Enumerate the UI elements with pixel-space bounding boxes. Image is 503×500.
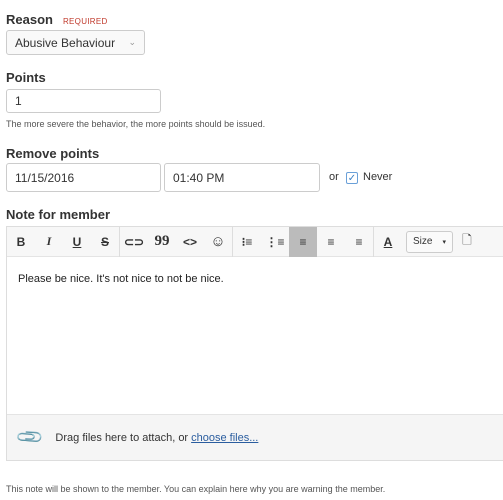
reason-value: Abusive Behaviour bbox=[15, 35, 116, 50]
align-left-icon[interactable]: ≡ bbox=[289, 226, 317, 257]
font-color-button[interactable]: A bbox=[374, 227, 402, 257]
link-icon[interactable]: ⊂⊃ bbox=[120, 227, 148, 257]
never-label: Never bbox=[363, 171, 393, 183]
editor: B I U S ⊂⊃ 99 <> ☺ ⁝≡ ⋮≡ ≡ ≡ ≡ A Size ▾ 🗋… bbox=[6, 226, 503, 461]
remove-points-label: Remove points bbox=[6, 146, 100, 161]
choose-files-link[interactable]: choose files... bbox=[191, 432, 258, 444]
attach-text: Drag files here to attach, or bbox=[55, 431, 189, 444]
paperclip-icon: 📎 bbox=[14, 422, 45, 453]
points-input[interactable]: 1 bbox=[6, 89, 161, 113]
chevron-down-icon: ⌄ bbox=[128, 37, 136, 47]
points-label: Points bbox=[6, 70, 46, 85]
align-right-icon[interactable]: ≡ bbox=[345, 227, 373, 257]
attachment-area[interactable]: 📎 Drag files here to attach, or choose f… bbox=[7, 414, 503, 460]
date-input[interactable]: 11/15/2016 bbox=[6, 163, 161, 192]
reason-select[interactable]: Abusive Behaviour ⌄ bbox=[6, 30, 145, 55]
size-dropdown[interactable]: Size ▾ bbox=[406, 230, 453, 253]
never-checkbox[interactable]: ✓ bbox=[346, 172, 358, 184]
code-button[interactable]: <> bbox=[176, 227, 204, 257]
note-label: Note for member bbox=[6, 207, 111, 222]
bold-button[interactable]: B bbox=[7, 227, 35, 257]
numbered-list-icon[interactable]: ⋮≡ bbox=[261, 227, 289, 257]
strikethrough-button[interactable]: S bbox=[91, 227, 119, 257]
reason-label: Reason REQUIRED bbox=[6, 12, 108, 27]
or-text: or bbox=[329, 171, 339, 183]
preview-icon[interactable]: 🗋 bbox=[453, 227, 481, 257]
time-input[interactable]: 01:40 PM bbox=[164, 163, 320, 192]
editor-toolbar: B I U S ⊂⊃ 99 <> ☺ ⁝≡ ⋮≡ ≡ ≡ ≡ A Size ▾ 🗋 bbox=[7, 226, 503, 257]
required-badge: REQUIRED bbox=[62, 17, 108, 26]
italic-button[interactable]: I bbox=[35, 227, 63, 257]
editor-content[interactable]: Please be nice. It's not nice to not be … bbox=[7, 257, 503, 414]
bullet-list-icon[interactable]: ⁝≡ bbox=[233, 227, 261, 257]
note-help: This note will be shown to the member. Y… bbox=[6, 484, 386, 494]
quote-button[interactable]: 99 bbox=[148, 227, 176, 257]
underline-button[interactable]: U bbox=[63, 227, 91, 257]
emoji-button[interactable]: ☺ bbox=[204, 227, 232, 257]
points-help: The more severe the behavior, the more p… bbox=[6, 119, 266, 129]
align-center-icon[interactable]: ≡ bbox=[317, 227, 345, 257]
